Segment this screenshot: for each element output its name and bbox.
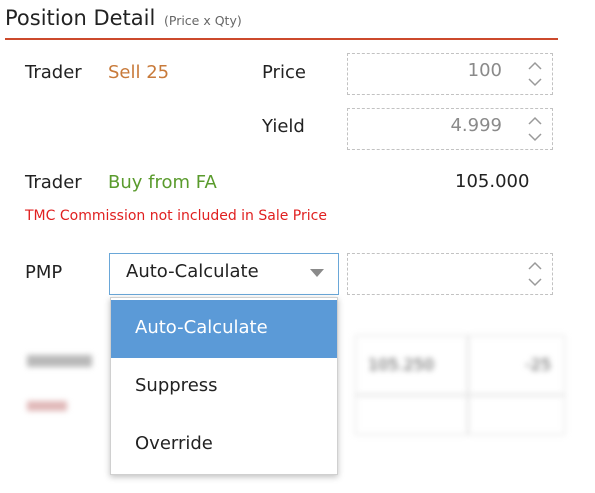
price-label: Price (262, 62, 306, 83)
option-label: Override (135, 433, 213, 454)
pmp-override-spinner[interactable] (347, 253, 553, 295)
pmp-dropdown[interactable]: Auto-Calculate (109, 253, 339, 295)
option-label: Auto-Calculate (135, 317, 268, 338)
sell-trader-label: Trader (25, 62, 82, 83)
price-spinner[interactable]: 100 (347, 53, 553, 95)
section-subtitle: (Price x Qty) (164, 13, 242, 28)
section-divider (5, 38, 558, 40)
table-qty: -25 (525, 355, 552, 374)
table-cell (468, 395, 565, 435)
yield-spinner[interactable]: 4.999 (347, 108, 553, 150)
buy-value: 105.000 (455, 171, 530, 192)
section-title-text: Position Detail (5, 6, 156, 30)
buy-action-text: Buy from FA (108, 172, 217, 193)
spinner-arrows-icon[interactable] (526, 113, 544, 145)
yield-value[interactable]: 4.999 (450, 115, 502, 136)
pmp-label: PMP (25, 262, 63, 283)
option-label: Suppress (135, 375, 218, 396)
blurred-row-label (27, 355, 92, 367)
pmp-dropdown-menu: Auto-Calculate Suppress Override (110, 297, 338, 475)
spinner-arrows-icon[interactable] (526, 58, 544, 90)
pmp-selected-value[interactable]: Auto-Calculate (126, 261, 259, 282)
chevron-down-icon[interactable] (310, 269, 324, 278)
table-price: 105.250 (368, 355, 435, 374)
pmp-option-auto-calculate[interactable]: Auto-Calculate (111, 300, 337, 358)
spinner-arrows-icon[interactable] (526, 258, 544, 290)
blurred-row-label (27, 401, 67, 411)
buy-trader-label: Trader (25, 172, 82, 193)
sell-action-text: Sell 25 (108, 62, 170, 83)
commission-warning: TMC Commission not included in Sale Pric… (25, 208, 327, 224)
pmp-option-suppress[interactable]: Suppress (111, 358, 337, 416)
yield-label: Yield (262, 116, 305, 137)
pmp-option-override[interactable]: Override (111, 416, 337, 474)
price-value[interactable]: 100 (468, 60, 502, 81)
section-title: Position Detail (Price x Qty) (5, 6, 242, 30)
table-cell (355, 395, 468, 435)
